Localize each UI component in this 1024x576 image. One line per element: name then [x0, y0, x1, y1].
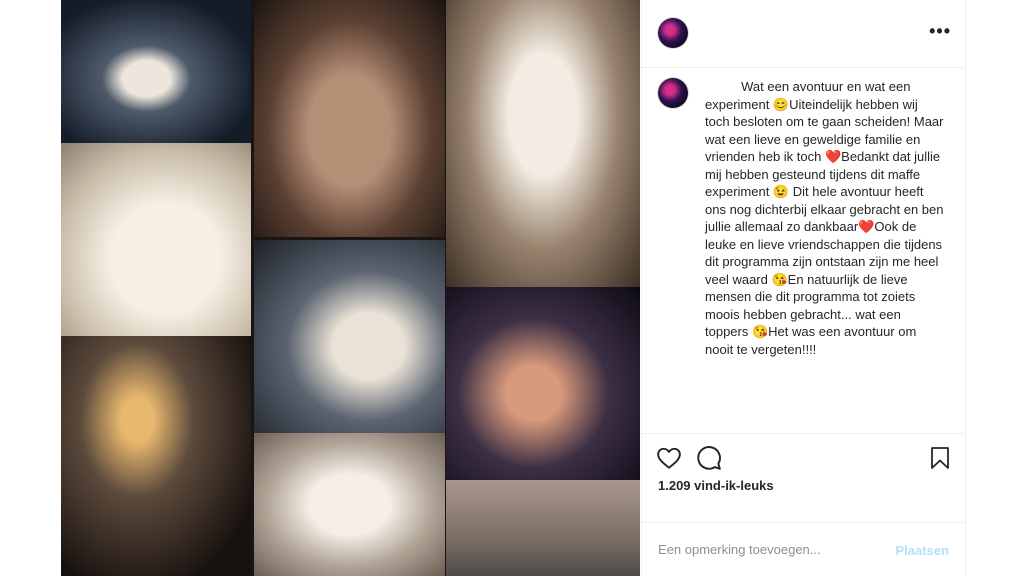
photo-party-crowd	[61, 336, 251, 576]
photo-wedding-cake	[61, 143, 251, 336]
post-caption: Wat een avontuur en wat een experiment 😊…	[705, 79, 948, 357]
photo-walk-down-aisle	[446, 0, 640, 287]
photo-friends-selfie	[446, 287, 640, 480]
comment-icon[interactable]	[696, 445, 722, 471]
likes-count[interactable]: 1.209 vind-ik-leuks	[658, 478, 774, 493]
divider	[642, 433, 965, 434]
photo-bride-dancing	[61, 0, 251, 143]
comment-input[interactable]	[658, 542, 878, 557]
avatar[interactable]	[658, 18, 688, 48]
bookmark-icon[interactable]	[928, 445, 952, 471]
post-comment-button[interactable]: Plaatsen	[896, 543, 949, 558]
divider	[642, 522, 965, 523]
photo-dress-shop	[254, 433, 445, 576]
post-side-panel: ••• Wat een avontuur en wat een experime…	[641, 0, 966, 576]
post-photo-collage[interactable]	[61, 0, 640, 576]
heart-icon[interactable]	[656, 445, 682, 471]
photo-dress-back	[254, 0, 445, 237]
divider	[642, 67, 965, 68]
photo-bride-room	[446, 480, 640, 576]
caption-avatar[interactable]	[658, 78, 688, 108]
photo-couple-toast	[254, 240, 445, 433]
more-options-icon[interactable]: •••	[929, 22, 951, 40]
